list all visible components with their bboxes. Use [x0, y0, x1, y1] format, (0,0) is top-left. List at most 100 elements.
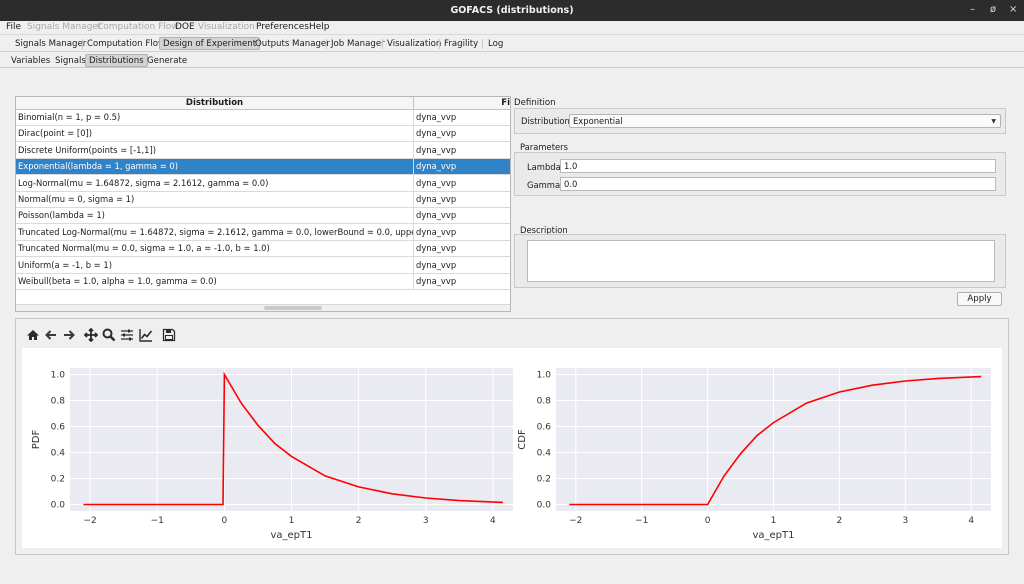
file-cell: dyna_vvp: [416, 161, 457, 172]
table-row[interactable]: Binomial(n = 1, p = 0.5) dyna_vvp: [16, 110, 510, 126]
tab-variables[interactable]: Variables: [7, 54, 54, 67]
column-header-file[interactable]: Fi: [414, 97, 510, 110]
column-header-distribution[interactable]: Distribution: [16, 97, 414, 110]
pdf-x-tick-label: 4: [490, 516, 496, 526]
tab-generate[interactable]: Generate: [143, 54, 191, 67]
close-icon[interactable]: ×: [1009, 4, 1017, 16]
cdf-x-tick-label: 3: [902, 516, 908, 526]
cdf-y-tick-label: 1.0: [537, 371, 552, 381]
menu-help[interactable]: Help: [309, 22, 330, 32]
edit-curves-icon[interactable]: [139, 328, 153, 342]
tab-fragility[interactable]: Fragility: [440, 37, 482, 50]
restore-icon[interactable]: ø: [990, 4, 996, 16]
gamma-label: Gamma: [527, 180, 561, 190]
distribution-cell: Normal(mu = 0, sigma = 1): [18, 194, 135, 204]
table-row[interactable]: Truncated Log-Normal(mu = 1.64872, sigma…: [16, 225, 510, 241]
distribution-label: Distribution: [521, 116, 570, 126]
pdf-x-tick-label: 1: [289, 516, 295, 526]
distribution-select[interactable]: Exponential ▼: [569, 114, 1001, 128]
table-row[interactable]: Dirac(point = [0]) dyna_vvp: [16, 126, 510, 143]
minimize-icon[interactable]: –: [970, 4, 975, 16]
distribution-cell: Exponential(lambda = 1, gamma = 0): [18, 161, 179, 172]
file-cell: dyna_vvp: [416, 210, 457, 221]
horizontal-scrollbar[interactable]: [16, 304, 510, 311]
table-row[interactable]: Log-Normal(mu = 1.64872, sigma = 2.1612,…: [16, 176, 510, 192]
main-tab-bar: Signals Manager Computation Flow Design …: [0, 35, 1024, 52]
parameters-title: Parameters: [520, 142, 568, 152]
menu-signals-manager: Signals Manager: [27, 22, 102, 32]
pdf-x-tick-label: 3: [423, 516, 429, 526]
cdf-x-axis-label: va_epT1: [752, 530, 794, 541]
distribution-cell: Poisson(lambda = 1): [18, 210, 105, 221]
file-cell: dyna_vvp: [416, 112, 457, 122]
table-row[interactable]: Uniform(a = -1, b = 1) dyna_vvp: [16, 258, 510, 274]
menu-file[interactable]: File: [6, 22, 21, 32]
menu-bar: File Signals Manager Computation Flow DO…: [0, 21, 1024, 35]
file-cell: dyna_vvp: [416, 128, 457, 139]
tab-job-manager[interactable]: Job Manager: [327, 37, 389, 50]
file-cell: dyna_vvp: [416, 259, 457, 270]
table-row[interactable]: Poisson(lambda = 1) dyna_vvp: [16, 208, 510, 225]
scrollbar-thumb[interactable]: [264, 306, 322, 310]
file-cell: dyna_vvp: [416, 144, 457, 155]
cdf-x-tick-label: 4: [968, 516, 974, 526]
pdf-y-tick-label: 0.8: [51, 397, 66, 407]
tab-signals-manager[interactable]: Signals Manager: [11, 37, 90, 50]
menu-visualization: Visualization: [198, 22, 255, 32]
save-icon[interactable]: [162, 328, 176, 342]
table-row[interactable]: Weibull(beta = 1.0, alpha = 1.0, gamma =…: [16, 274, 510, 290]
distribution-cell: Uniform(a = -1, b = 1): [18, 259, 112, 270]
column-divider: [413, 110, 414, 289]
tab-distributions[interactable]: Distributions: [85, 54, 148, 67]
distribution-cell: Truncated Normal(mu = 0.0, sigma = 1.0, …: [18, 243, 270, 254]
zoom-icon[interactable]: [102, 328, 116, 342]
pdf-y-tick-label: 0.4: [51, 449, 66, 459]
cdf-x-tick-label: −1: [635, 516, 648, 526]
cdf-y-tick-label: 0.8: [537, 397, 552, 407]
table-row[interactable]: Normal(mu = 0, sigma = 1) dyna_vvp: [16, 192, 510, 208]
table-row[interactable]: Truncated Normal(mu = 0.0, sigma = 1.0, …: [16, 241, 510, 258]
file-cell: dyna_vvp: [416, 194, 457, 204]
distribution-table: Distribution Fi Binomial(n = 1, p = 0.5)…: [15, 96, 511, 312]
menu-computation-flow: Computation Flow: [97, 22, 179, 32]
cdf-y-tick-label: 0.6: [537, 423, 552, 433]
forward-arrow-icon[interactable]: [62, 328, 76, 342]
cdf-y-tick-label: 0.0: [537, 501, 552, 511]
description-textarea[interactable]: [527, 240, 995, 282]
definition-title: Definition: [514, 98, 556, 108]
cdf-x-tick-label: 0: [705, 516, 711, 526]
pdf-y-axis-label: PDF: [31, 430, 42, 450]
tab-separator: [482, 39, 483, 49]
menu-doe[interactable]: DOE: [175, 22, 195, 32]
cdf-x-tick-label: 1: [771, 516, 777, 526]
back-arrow-icon[interactable]: [44, 328, 58, 342]
distribution-cell: Binomial(n = 1, p = 0.5): [18, 112, 121, 122]
distribution-select-value: Exponential: [573, 116, 623, 126]
pdf-x-axis-label: va_epT1: [270, 530, 312, 541]
table-row[interactable]: Exponential(lambda = 1, gamma = 0) dyna_v…: [16, 159, 510, 176]
distribution-cell: Log-Normal(mu = 1.64872, sigma = 2.1612,…: [18, 177, 269, 188]
pdf-x-tick-label: −1: [151, 516, 164, 526]
lambda-input[interactable]: 1.0: [560, 159, 996, 173]
apply-button[interactable]: Apply: [957, 292, 1002, 306]
plot-canvas[interactable]: −2 −1 0 1 2 3 4 0.0 0.2 0.4 0.6 0.8 1.0 va_epT1 PDF −2 −…: [22, 348, 1002, 548]
distribution-cell: Truncated Log-Normal(mu = 1.64872, sigma…: [18, 226, 413, 237]
pdf-y-tick-label: 0.2: [51, 475, 65, 485]
cdf-y-axis-label: CDF: [517, 429, 528, 450]
home-icon[interactable]: [26, 328, 40, 342]
tab-computation-flow[interactable]: Computation Flow: [83, 37, 169, 50]
tab-design-of-experiment[interactable]: Design of Experiment: [159, 37, 261, 50]
subplots-icon[interactable]: [120, 328, 134, 342]
pan-icon[interactable]: [84, 328, 98, 342]
tab-outputs-manager[interactable]: Outputs Manager: [251, 37, 334, 50]
title-bar: GOFACS (distributions) – ø ×: [0, 0, 1024, 21]
cdf-y-tick-label: 0.2: [537, 475, 551, 485]
menu-preferences[interactable]: Preferences: [256, 22, 309, 32]
tab-visualization[interactable]: Visualization: [383, 37, 445, 50]
tab-log[interactable]: Log: [484, 37, 507, 50]
pdf-x-tick-label: −2: [83, 516, 96, 526]
sub-tab-bar: Variables Signals Distributions Generate: [0, 52, 1024, 68]
table-row[interactable]: Discrete Uniform(points = [-1,1]) dyna_vv…: [16, 143, 510, 159]
gamma-input[interactable]: 0.0: [560, 177, 996, 191]
distribution-cell: Dirac(point = [0]): [18, 128, 93, 139]
